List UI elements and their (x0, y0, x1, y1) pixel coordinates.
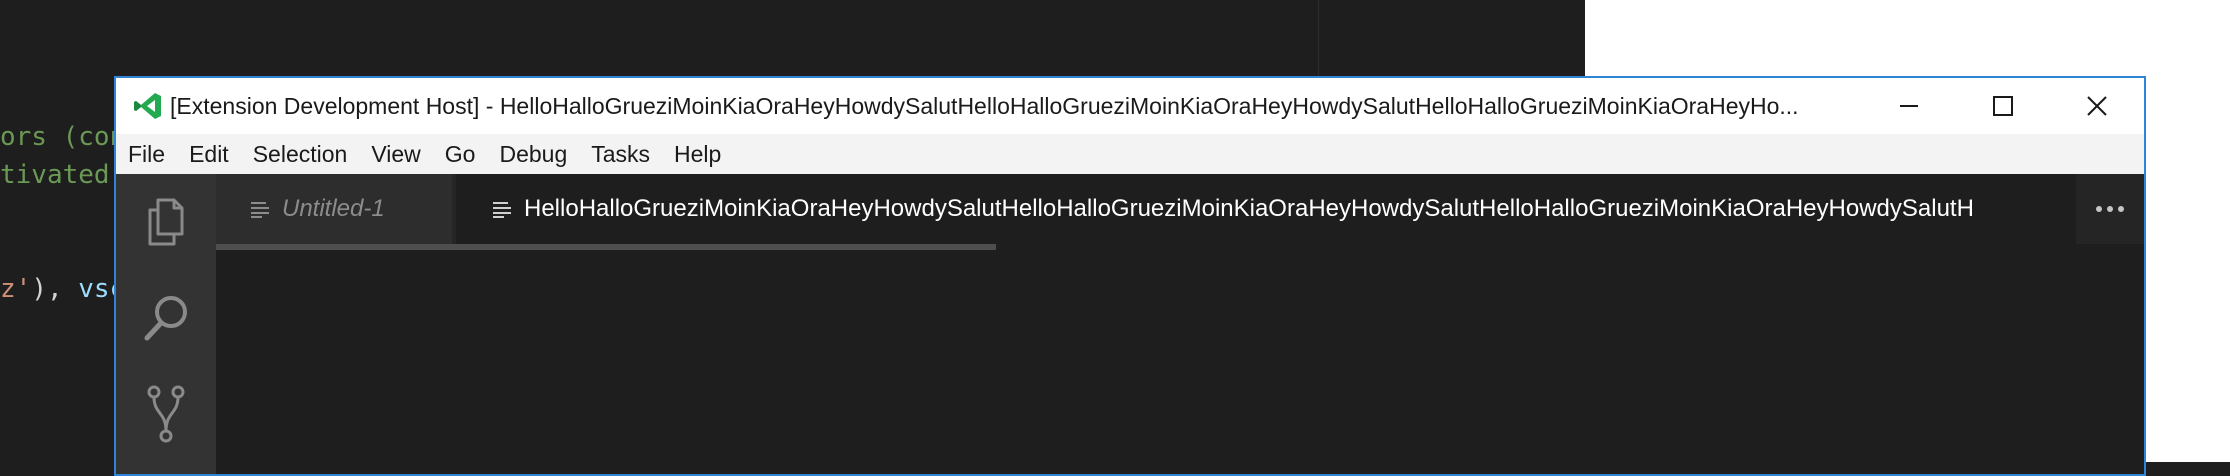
maximize-button[interactable] (1956, 78, 2050, 134)
source-control-button[interactable] (116, 366, 216, 462)
more-actions-icon (2096, 206, 2124, 212)
source-control-icon (147, 385, 185, 443)
code-punctuation: ), (31, 274, 79, 304)
tabs-scrollbar[interactable] (216, 244, 996, 250)
tabs-bar: Untitled-1 HelloHalloGrueziMoinKiaOraHey… (216, 174, 2144, 244)
editor-area[interactable]: Untitled-1 HelloHalloGrueziMoinKiaOraHey… (216, 174, 2144, 474)
more-actions-button[interactable] (2076, 174, 2144, 244)
activity-bar (116, 174, 216, 474)
explorer-icon (148, 198, 184, 246)
close-button[interactable] (2050, 78, 2144, 134)
tab-label: Untitled-1 (282, 195, 385, 222)
tab-untitled-1[interactable]: Untitled-1 (216, 174, 452, 244)
menu-bar: File Edit Selection View Go Debug Tasks … (116, 134, 2144, 174)
minimize-icon (1900, 105, 1918, 107)
vscode-logo-icon (126, 78, 170, 134)
menu-view[interactable]: View (359, 134, 432, 174)
menu-go[interactable]: Go (433, 134, 488, 174)
search-icon (144, 296, 187, 341)
background-code-line: z'), vsc (0, 274, 125, 304)
window-title: [Extension Development Host] - HelloHall… (170, 92, 1799, 119)
minimize-button[interactable] (1862, 78, 1956, 134)
maximize-icon (1993, 96, 2013, 116)
close-icon (2087, 96, 2107, 116)
title-bar[interactable]: [Extension Development Host] - HelloHall… (116, 78, 2144, 134)
window-controls (1862, 78, 2144, 134)
menu-debug[interactable]: Debug (487, 134, 579, 174)
workbench: Untitled-1 HelloHalloGrueziMoinKiaOraHey… (116, 174, 2144, 474)
background-code-line: tivated (0, 160, 110, 190)
tab-hello-file[interactable]: HelloHalloGrueziMoinKiaOraHeyHowdySalutH… (456, 174, 2124, 244)
menu-selection[interactable]: Selection (241, 134, 360, 174)
menu-tasks[interactable]: Tasks (579, 134, 662, 174)
tab-label: HelloHalloGrueziMoinKiaOraHeyHowdySalutH… (524, 195, 1974, 222)
explorer-button[interactable] (116, 174, 216, 270)
file-lines-icon (250, 200, 270, 218)
background-code-line: ors (con (0, 122, 126, 152)
vscode-window: [Extension Development Host] - HelloHall… (114, 76, 2146, 476)
file-lines-icon (492, 200, 512, 218)
code-string: z' (0, 274, 32, 304)
search-button[interactable] (116, 270, 216, 366)
menu-edit[interactable]: Edit (177, 134, 241, 174)
menu-file[interactable]: File (116, 134, 177, 174)
menu-help[interactable]: Help (662, 134, 733, 174)
